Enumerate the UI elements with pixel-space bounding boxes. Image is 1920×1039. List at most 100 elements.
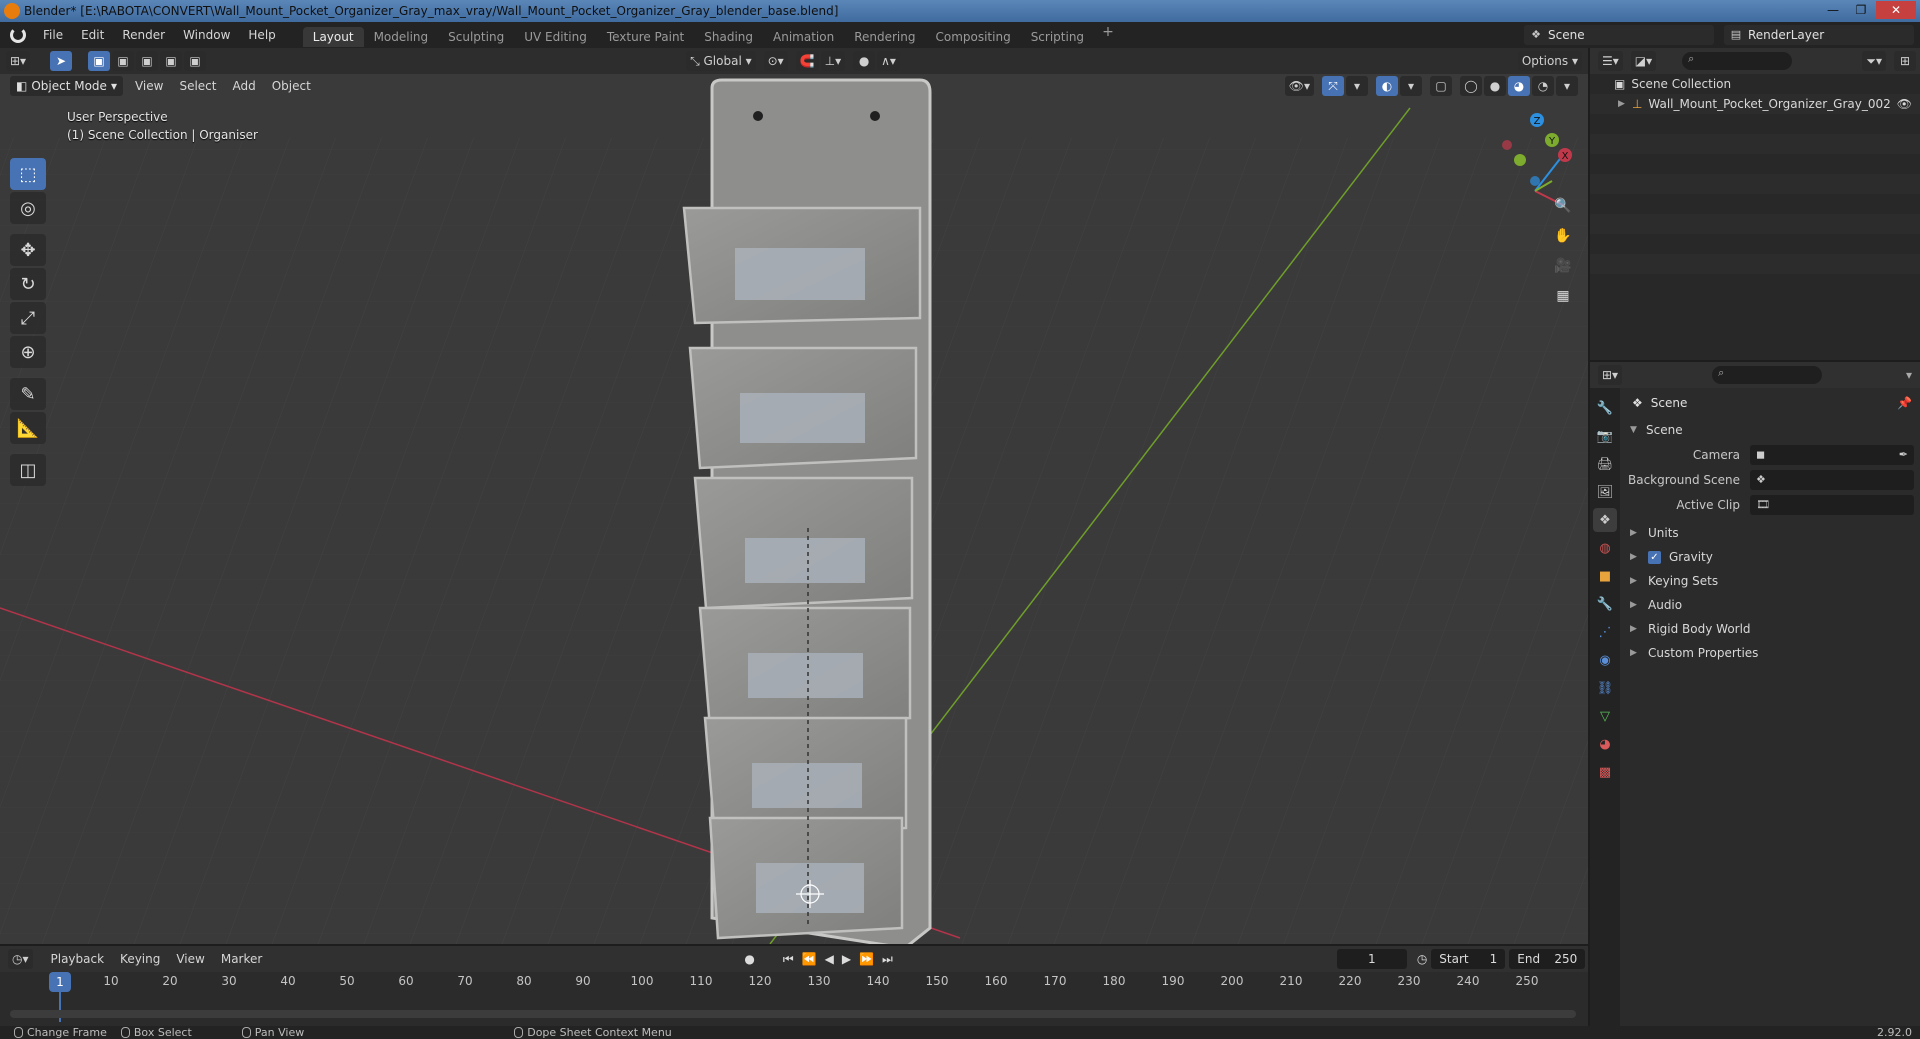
current-frame-field[interactable]: 1 [1336, 949, 1407, 969]
select-invert-icon[interactable]: ▣ [160, 51, 183, 71]
wireframe-shading-icon[interactable]: ◯ [1460, 76, 1482, 96]
tool-tab-icon[interactable]: 🔧 [1593, 396, 1617, 420]
3d-viewport[interactable]: Z X Y ⊞▾ ➤ ▣ ▣ ▣ ▣ ▣ ⤡ Global ▾ ⊙▾ 🧲 ⊥▾ … [0, 48, 1588, 944]
menu-keying[interactable]: Keying [112, 952, 168, 966]
menu-window[interactable]: Window [174, 22, 239, 48]
tab-uv-editing[interactable]: UV Editing [514, 27, 597, 47]
select-intersect-icon[interactable]: ▣ [184, 51, 207, 71]
tab-sculpting[interactable]: Sculpting [438, 27, 514, 47]
rigid-body-world-panel[interactable]: ▶ Rigid Body World [1622, 617, 1920, 641]
expand-arrow-icon[interactable]: ▶ [1618, 99, 1626, 109]
gravity-checkbox[interactable]: ✓ [1648, 550, 1661, 564]
menu-add[interactable]: Add [224, 74, 263, 98]
physics-tab-icon[interactable]: ◉ [1593, 648, 1617, 672]
menu-edit[interactable]: Edit [72, 22, 113, 48]
options-dropdown[interactable]: Options ▾ [1517, 51, 1582, 71]
filter-icon[interactable]: ⏷▾ [1862, 51, 1886, 71]
select-subtract-icon[interactable]: ▣ [136, 51, 159, 71]
snap-toggle-icon[interactable]: 🧲 [795, 51, 819, 71]
tab-shading[interactable]: Shading [694, 27, 763, 47]
record-icon[interactable]: ● [740, 952, 758, 966]
menu-playback[interactable]: Playback [43, 952, 113, 966]
gizmo-x-label[interactable]: X [1562, 151, 1569, 162]
modifier-tab-icon[interactable]: 🔧 [1593, 592, 1617, 616]
proportional-falloff-icon[interactable]: ∧▾ [877, 51, 900, 71]
blender-logo-icon[interactable] [10, 27, 26, 43]
solid-shading-icon[interactable]: ● [1484, 76, 1506, 96]
timeline-ruler[interactable]: 1 10 20 30 40 50 60 70 80 90 100 110 120… [0, 974, 1588, 994]
select-extend-icon[interactable]: ▣ [112, 51, 135, 71]
menu-select[interactable]: Select [171, 74, 224, 98]
add-workspace-button[interactable]: + [1094, 24, 1122, 47]
output-tab-icon[interactable]: 🖨 [1593, 452, 1617, 476]
menu-object[interactable]: Object [264, 74, 319, 98]
gizmo-toggle-icon[interactable]: ⤧ [1322, 76, 1344, 96]
current-frame-indicator[interactable]: 1 [49, 972, 71, 992]
preview-range-icon[interactable]: ◷ [1413, 952, 1431, 966]
keying-sets-panel[interactable]: ▶ Keying Sets [1622, 569, 1920, 593]
active-clip-field[interactable]: 🎞 [1750, 494, 1914, 515]
particles-tab-icon[interactable]: ⋰ [1593, 620, 1617, 644]
tab-modeling[interactable]: Modeling [364, 27, 439, 47]
data-tab-icon[interactable]: ▽ [1593, 704, 1617, 728]
material-shading-icon[interactable]: ◕ [1508, 76, 1530, 96]
start-frame-field[interactable]: Start 1 [1431, 949, 1506, 969]
proportional-editing-icon[interactable]: ● [853, 51, 876, 71]
menu-timeline-view[interactable]: View [168, 952, 212, 966]
tab-rendering[interactable]: Rendering [844, 27, 925, 47]
scene-tab-icon[interactable]: ❖ [1593, 508, 1617, 532]
eye-visibility-icon[interactable]: 👁 [1897, 97, 1912, 111]
xray-toggle-icon[interactable]: ▢ [1430, 76, 1452, 96]
play-reverse-icon[interactable]: ◀ [821, 952, 838, 966]
menu-view[interactable]: View [127, 74, 171, 98]
transform-orientation-dropdown[interactable]: ⤡ Global ▾ [686, 51, 756, 71]
scene-panel-header[interactable]: ▼ Scene [1622, 418, 1920, 442]
play-icon[interactable]: ▶ [838, 952, 855, 966]
menu-help[interactable]: Help [239, 22, 284, 48]
texture-tab-icon[interactable]: ▩ [1593, 760, 1617, 784]
minimize-button[interactable]: — [1820, 1, 1846, 19]
visibility-icon[interactable]: 👁▾ [1284, 76, 1314, 96]
timeline-editor-type-icon[interactable]: ◷▾ [8, 949, 33, 969]
select-new-icon[interactable]: ▣ [88, 51, 111, 71]
view-layer-tab-icon[interactable]: 🖼 [1593, 480, 1617, 504]
units-panel[interactable]: ▶ Units [1622, 521, 1920, 545]
select-tool-button[interactable]: ➤ [50, 51, 73, 71]
scale-tool-icon[interactable]: ⤢ [10, 302, 46, 334]
menu-marker[interactable]: Marker [213, 952, 270, 966]
jump-start-icon[interactable]: ⏮ [779, 952, 798, 967]
new-collection-icon[interactable]: ⊞ [1894, 51, 1916, 71]
gravity-panel[interactable]: ▶ ✓ Gravity [1622, 545, 1920, 569]
viewport-canvas[interactable]: Z X Y [0, 48, 1588, 944]
material-tab-icon[interactable]: ◕ [1593, 732, 1617, 756]
background-scene-field[interactable]: ❖ [1750, 469, 1914, 490]
jump-keyframe-forward-icon[interactable]: ⏩ [855, 952, 878, 966]
annotate-tool-icon[interactable]: ✎ [10, 378, 46, 410]
jump-end-icon[interactable]: ⏭ [878, 952, 897, 967]
tab-texture-paint[interactable]: Texture Paint [597, 27, 694, 47]
gizmo-dropdown-icon[interactable]: ▾ [1346, 76, 1368, 96]
scene-selector[interactable]: ❖ Scene [1524, 25, 1714, 45]
pin-icon[interactable]: 📌 [1897, 396, 1912, 410]
object-tab-icon[interactable]: ■ [1593, 564, 1617, 588]
properties-editor-type-icon[interactable]: ⊞▾ [1598, 365, 1623, 385]
tab-layout[interactable]: Layout [302, 26, 364, 47]
tab-compositing[interactable]: Compositing [925, 27, 1020, 47]
snap-target-button[interactable]: ⊥▾ [820, 51, 846, 71]
measure-tool-icon[interactable]: 📐 [10, 412, 46, 444]
outliner-object-row[interactable]: ▶ ⊥ Wall_Mount_Pocket_Organizer_Gray_002… [1590, 94, 1920, 114]
add-cube-tool-icon[interactable]: ◫ [10, 454, 46, 486]
organizer-model[interactable] [682, 78, 932, 944]
ortho-grid-icon[interactable]: ▦ [1550, 283, 1576, 309]
editor-type-button[interactable]: ⊞▾ [6, 51, 31, 71]
pan-hand-icon[interactable]: ✋ [1550, 223, 1576, 249]
custom-properties-panel[interactable]: ▶ Custom Properties [1622, 641, 1920, 665]
gizmo-y-label[interactable]: Y [1548, 136, 1556, 147]
constraints-tab-icon[interactable]: ⛓ [1593, 676, 1617, 700]
display-mode-icon[interactable]: ◪▾ [1630, 51, 1657, 71]
properties-search-input[interactable]: ⌕ [1712, 366, 1823, 384]
outliner-editor-type-icon[interactable]: ☰▾ [1598, 51, 1623, 71]
end-frame-field[interactable]: End 250 [1509, 949, 1586, 969]
move-tool-icon[interactable]: ✥ [10, 234, 46, 266]
camera-view-icon[interactable]: 🎥 [1550, 253, 1576, 279]
